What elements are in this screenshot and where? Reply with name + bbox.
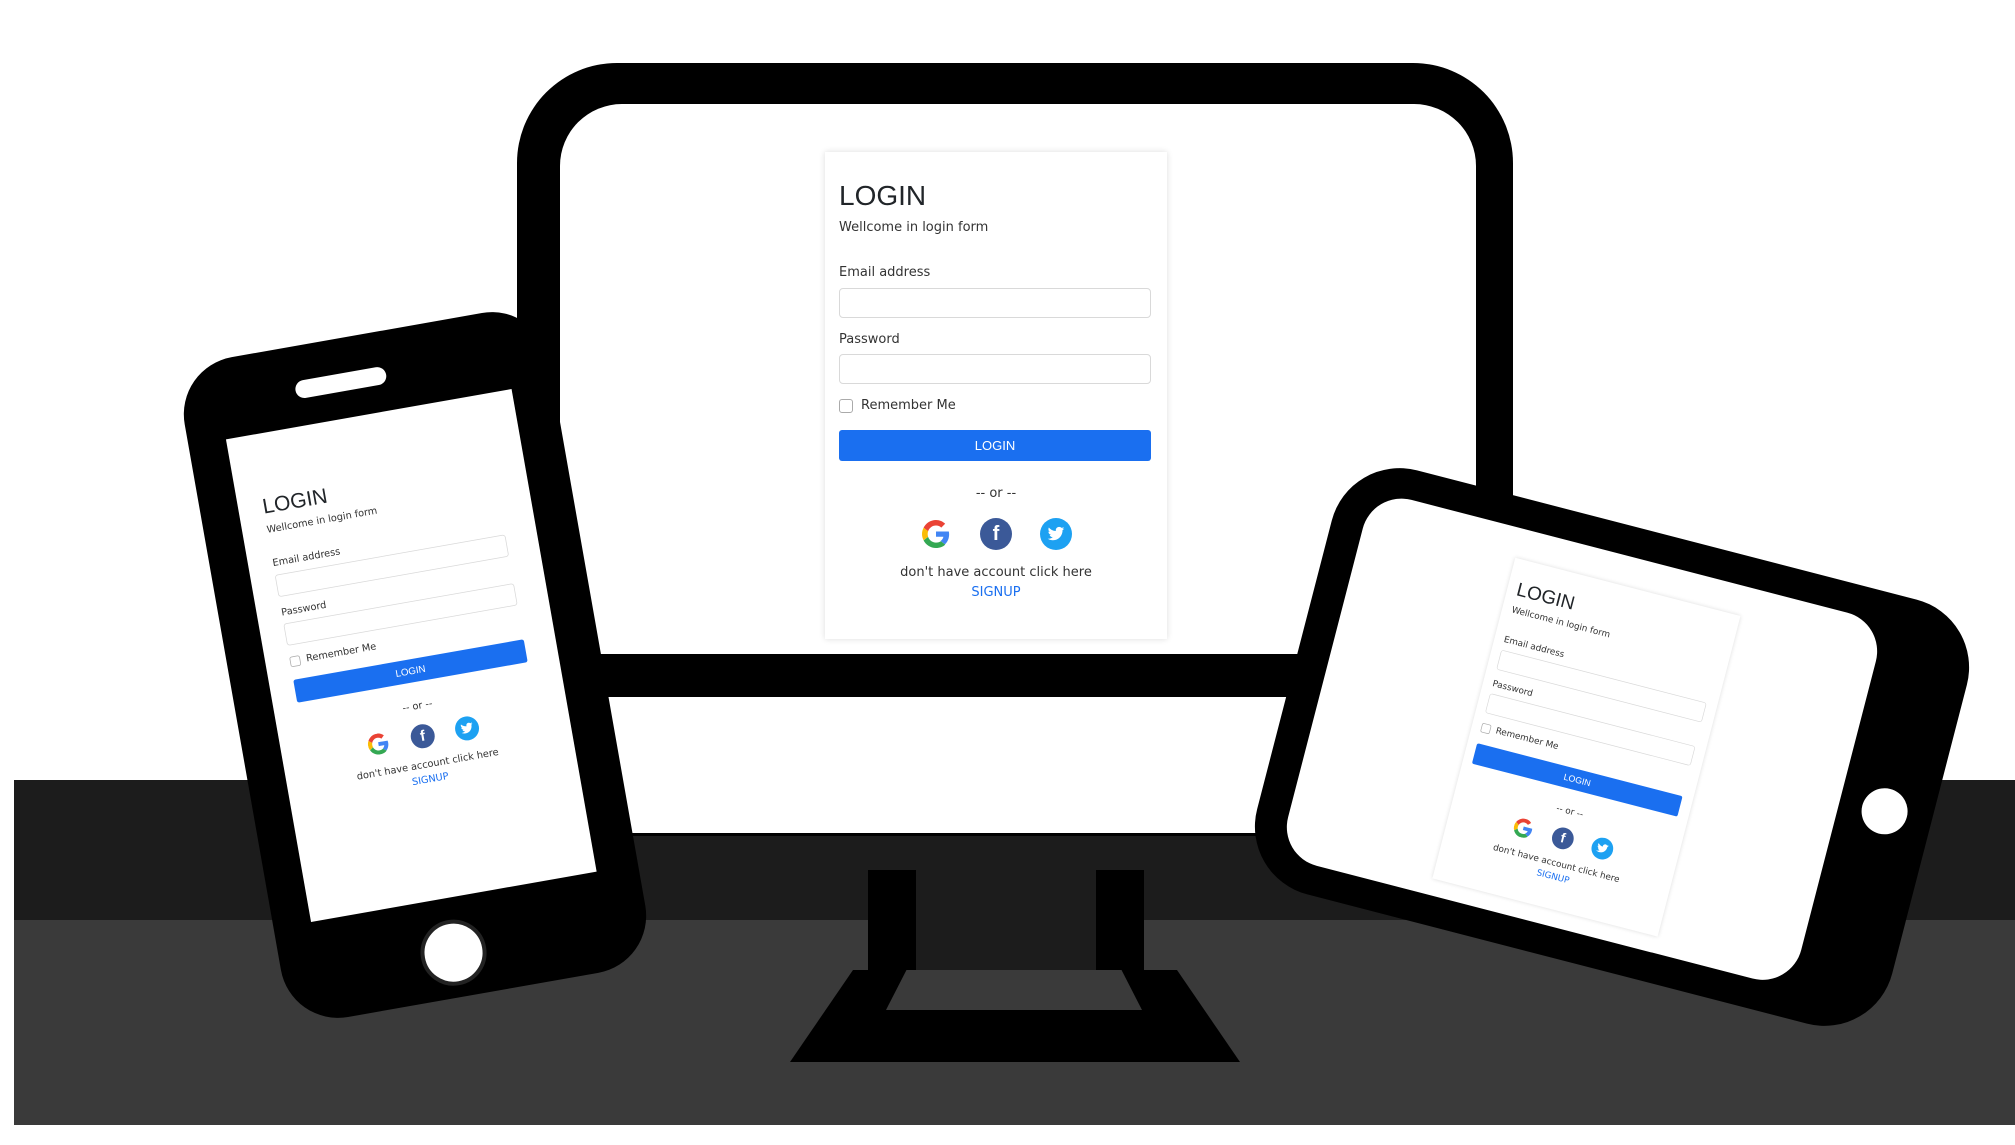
social-login-row: f (825, 518, 1167, 550)
email-field[interactable] (274, 534, 510, 598)
email-field[interactable] (839, 288, 1151, 318)
tablet-home-button (1856, 783, 1913, 840)
remember-me-row[interactable]: Remember Me (839, 398, 956, 413)
password-label: Password (280, 599, 328, 619)
password-field[interactable] (839, 354, 1151, 384)
signup-link[interactable]: SIGNUP (825, 585, 1167, 600)
login-card-tablet: LOGIN Wellcome in login form Email addre… (1432, 557, 1741, 937)
login-title: LOGIN (260, 483, 330, 519)
no-account-text: don't have account click here (900, 565, 1092, 580)
facebook-icon[interactable]: f (980, 518, 1012, 550)
google-icon[interactable] (364, 730, 393, 758)
facebook-icon[interactable]: f (1549, 825, 1577, 852)
remember-me-label: Remember Me (305, 641, 378, 665)
google-icon[interactable] (1510, 814, 1537, 842)
login-card-desktop: LOGIN Wellcome in login form Email addre… (825, 152, 1167, 639)
twitter-icon[interactable] (1040, 518, 1072, 550)
remember-me-checkbox[interactable] (1480, 722, 1492, 735)
remember-me-checkbox[interactable] (289, 654, 302, 667)
login-button[interactable]: LOGIN (839, 430, 1151, 461)
facebook-icon[interactable]: f (408, 722, 437, 751)
remember-me-checkbox[interactable] (839, 398, 853, 413)
remember-me-label: Remember Me (861, 398, 956, 413)
remember-me-row[interactable]: Remember Me (289, 641, 377, 667)
email-label: Email address (839, 265, 931, 280)
monitor-stand-base-cutout (886, 970, 1142, 1010)
phone-speaker (293, 365, 388, 400)
login-title: LOGIN (839, 180, 927, 211)
login-subtitle: Wellcome in login form (839, 220, 989, 235)
twitter-icon[interactable] (453, 714, 481, 743)
password-label: Password (839, 332, 900, 347)
phone-screen: LOGIN Wellcome in login form Email addre… (225, 389, 597, 922)
or-separator: -- or -- (975, 486, 1017, 501)
twitter-icon[interactable] (1589, 835, 1616, 862)
monitor-stand-cutout (916, 870, 1096, 970)
phone-home-button (415, 914, 492, 991)
login-card-phone: LOGIN Wellcome in login form Email addre… (246, 431, 563, 837)
password-field[interactable] (283, 583, 518, 646)
google-icon[interactable] (920, 518, 952, 550)
